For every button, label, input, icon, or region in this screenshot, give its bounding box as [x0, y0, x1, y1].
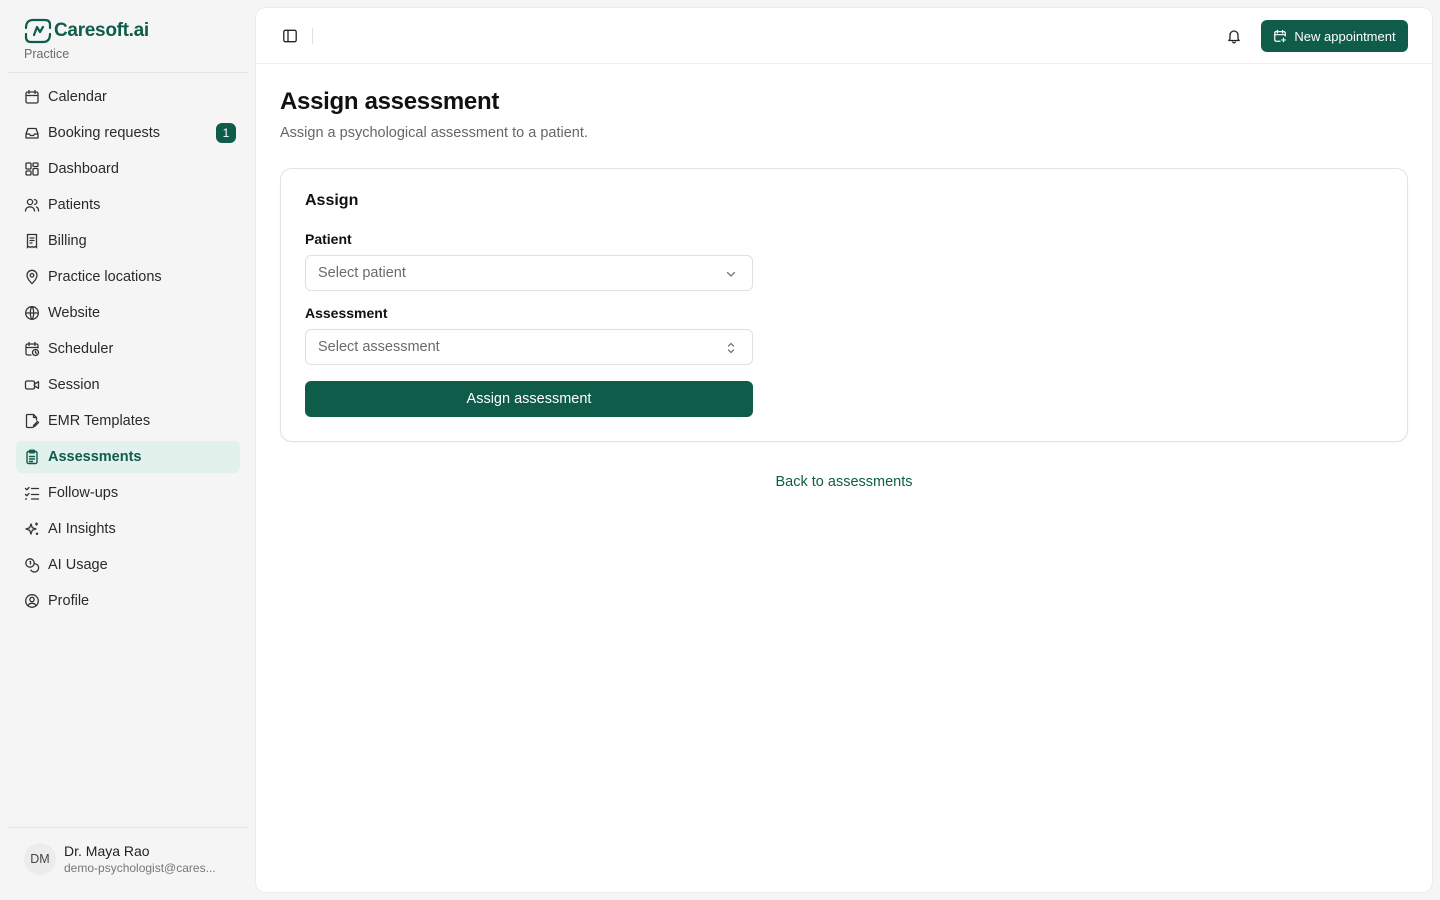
- user-circle-icon: [24, 593, 40, 609]
- sidebar-item-label: Calendar: [48, 89, 107, 105]
- sidebar-item-label: Scheduler: [48, 341, 114, 357]
- sidebar-item-label: Follow-ups: [48, 485, 119, 501]
- globe-icon: [24, 305, 40, 321]
- sidebar-nav: Calendar Booking requests 1 Dashboard Pa…: [16, 81, 240, 621]
- sidebar-item-ai-insights[interactable]: AI Insights: [16, 513, 240, 545]
- panel-left-icon: [282, 28, 298, 44]
- sidebar-item-booking-requests[interactable]: Booking requests 1: [16, 117, 240, 149]
- sidebar-item-practice-locations[interactable]: Practice locations: [16, 261, 240, 293]
- users-icon: [24, 197, 40, 213]
- topbar: New appointment: [256, 8, 1432, 64]
- sidebar-item-calendar[interactable]: Calendar: [16, 81, 240, 113]
- booking-requests-count-badge: 1: [216, 123, 236, 143]
- assessment-label: Assessment: [305, 305, 388, 321]
- sidebar-item-ai-usage[interactable]: AI Usage: [16, 549, 240, 581]
- video-icon: [24, 377, 40, 393]
- sidebar-item-patients[interactable]: Patients: [16, 189, 240, 221]
- new-appointment-button[interactable]: New appointment: [1261, 20, 1408, 52]
- sidebar-divider: [8, 827, 248, 828]
- page-subtitle: Assign a psychological assessment to a p…: [280, 125, 588, 141]
- user-menu[interactable]: DM Dr. Maya Rao demo-psychologist@cares.…: [24, 843, 216, 875]
- sidebar-item-label: Booking requests: [48, 125, 161, 141]
- chevron-down-icon: [724, 267, 738, 281]
- sidebar-item-dashboard[interactable]: Dashboard: [16, 153, 240, 185]
- notifications-button[interactable]: [1224, 26, 1244, 46]
- chevrons-up-down-icon: [724, 341, 738, 355]
- sidebar-item-label: AI Usage: [48, 557, 108, 573]
- assessment-select[interactable]: Select assessment: [305, 329, 753, 365]
- avatar: DM: [24, 843, 56, 875]
- sidebar-item-website[interactable]: Website: [16, 297, 240, 329]
- sidebar-item-profile[interactable]: Profile: [16, 585, 240, 617]
- sidebar-item-label: Profile: [48, 593, 90, 609]
- back-to-assessments-link[interactable]: Back to assessments: [256, 474, 1432, 490]
- map-pin-icon: [24, 269, 40, 285]
- receipt-icon: [24, 233, 40, 249]
- main-panel: New appointment Assign assessment Assign…: [256, 8, 1432, 892]
- inbox-icon: [24, 125, 40, 141]
- sidebar: Caresoft.ai Practice Calendar Booking re…: [0, 0, 256, 900]
- sidebar-item-label: Patients: [48, 197, 101, 213]
- sidebar-item-label: AI Insights: [48, 521, 116, 537]
- sidebar-item-label: EMR Templates: [48, 413, 151, 429]
- bell-icon: [1226, 28, 1242, 44]
- brand: Caresoft.ai Practice: [24, 18, 149, 61]
- calendar-icon: [24, 89, 40, 105]
- page-title: Assign assessment: [280, 88, 500, 115]
- new-appointment-label: New appointment: [1294, 28, 1396, 44]
- sidebar-item-label: Dashboard: [48, 161, 119, 177]
- sidebar-toggle-button[interactable]: [280, 26, 300, 46]
- sidebar-item-session[interactable]: Session: [16, 369, 240, 401]
- sidebar-item-billing[interactable]: Billing: [16, 225, 240, 257]
- coins-icon: [24, 557, 40, 573]
- sidebar-item-follow-ups[interactable]: Follow-ups: [16, 477, 240, 509]
- caresoft-logo-icon: [24, 18, 52, 44]
- list-checks-icon: [24, 485, 40, 501]
- sidebar-item-emr-templates[interactable]: EMR Templates: [16, 405, 240, 437]
- card-title: Assign: [305, 192, 359, 209]
- patient-select-placeholder: Select patient: [318, 265, 406, 281]
- brand-name: Caresoft.ai: [54, 20, 149, 41]
- sidebar-item-label: Assessments: [48, 449, 142, 465]
- sidebar-item-label: Session: [48, 377, 100, 393]
- assign-assessment-button[interactable]: Assign assessment: [305, 381, 753, 417]
- sidebar-item-scheduler[interactable]: Scheduler: [16, 333, 240, 365]
- sidebar-item-label: Website: [48, 305, 101, 321]
- file-edit-icon: [24, 413, 40, 429]
- user-name: Dr. Maya Rao: [64, 843, 150, 859]
- sidebar-item-label: Billing: [48, 233, 87, 249]
- assign-card: Assign Patient Select patient Assessment…: [280, 168, 1408, 442]
- calendar-plus-icon: [1273, 29, 1287, 43]
- dashboard-icon: [24, 161, 40, 177]
- toolbar-divider: [312, 28, 313, 44]
- sidebar-item-assessments[interactable]: Assessments: [16, 441, 240, 473]
- user-email: demo-psychologist@cares...: [64, 861, 216, 875]
- brand-subtitle: Practice: [24, 47, 70, 61]
- assessment-select-placeholder: Select assessment: [318, 339, 440, 355]
- sparkles-icon: [24, 521, 40, 537]
- patient-select[interactable]: Select patient: [305, 255, 753, 291]
- clipboard-icon: [24, 449, 40, 465]
- sidebar-item-label: Practice locations: [48, 269, 162, 285]
- patient-label: Patient: [305, 231, 352, 247]
- sidebar-divider: [8, 72, 248, 73]
- calendar-clock-icon: [24, 341, 40, 357]
